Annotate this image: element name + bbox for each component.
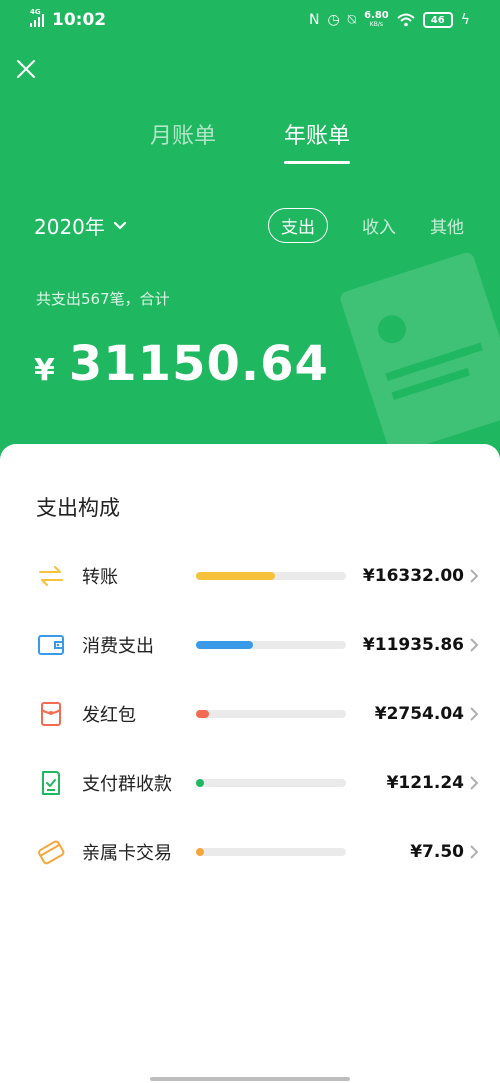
breakdown-label: 亲属卡交易 xyxy=(82,843,172,864)
total-amount: ¥ 31150.64 xyxy=(34,336,329,392)
filter-row: 2020年 支出 收入 其他 xyxy=(34,208,464,243)
breakdown-row-consumption[interactable]: 消费支出 ¥11935.86 xyxy=(0,625,500,665)
wallet-icon xyxy=(36,630,66,660)
progress-track xyxy=(196,641,346,649)
progress-fill xyxy=(196,710,209,718)
type-other[interactable]: 其他 xyxy=(430,213,464,238)
progress-track xyxy=(196,779,346,787)
chevron-right-icon xyxy=(470,845,479,859)
chevron-right-icon xyxy=(470,707,479,721)
breakdown-amount: ¥7.50 xyxy=(410,842,464,862)
tab-monthly-bill[interactable]: 月账单 xyxy=(150,118,216,164)
status-left: 4G 10:02 xyxy=(30,8,107,30)
total-value: 31150.64 xyxy=(68,336,329,392)
network-type: 4G xyxy=(30,8,41,16)
network-speed: 6.80 KB/s xyxy=(364,10,389,29)
mute-icon: ⍉ xyxy=(347,12,357,28)
status-time: 10:02 xyxy=(52,10,107,30)
alarm-icon: ◷ xyxy=(327,12,340,28)
type-income[interactable]: 收入 xyxy=(362,213,396,238)
breakdown-row-transfer[interactable]: 转账 ¥16332.00 xyxy=(0,556,500,596)
close-button[interactable] xyxy=(12,55,40,83)
group-payment-icon xyxy=(36,768,66,798)
bill-period-tabs: 月账单 年账单 xyxy=(0,118,500,164)
breakdown-row-group-payment[interactable]: 支付群收款 ¥121.24 xyxy=(0,763,500,803)
type-expense[interactable]: 支出 xyxy=(268,208,328,243)
chevron-right-icon xyxy=(470,569,479,583)
breakdown-amount: ¥2754.04 xyxy=(374,704,464,724)
breakdown-label: 转账 xyxy=(82,567,118,588)
red-packet-icon xyxy=(36,699,66,729)
progress-track xyxy=(196,572,346,580)
type-switch: 支出 收入 其他 xyxy=(268,208,464,243)
progress-track xyxy=(196,848,346,856)
status-bar: 4G 10:02 N ◷ ⍉ 6.80 KB/s 46 ϟ xyxy=(0,0,500,40)
wifi-icon xyxy=(397,13,415,27)
signal-icon: 4G xyxy=(30,8,44,27)
progress-fill xyxy=(196,572,275,580)
breakdown-amount: ¥121.24 xyxy=(386,773,464,793)
document-watermark-icon xyxy=(340,252,500,450)
breakdown-row-family-card[interactable]: 亲属卡交易 ¥7.50 xyxy=(0,832,500,872)
progress-fill xyxy=(196,641,253,649)
chevron-down-icon xyxy=(113,221,127,229)
breakdown-row-red-packet[interactable]: 发红包 ¥2754.04 xyxy=(0,694,500,734)
progress-track xyxy=(196,710,346,718)
breakdown-card: 支出构成 转账 ¥16332.00 消费支出 ¥11935.86 发红包 ¥27… xyxy=(0,444,500,1083)
transfer-icon xyxy=(36,561,66,591)
home-indicator[interactable] xyxy=(150,1077,350,1081)
year-label: 2020年 xyxy=(34,215,105,239)
chevron-right-icon xyxy=(470,776,479,790)
breakdown-title: 支出构成 xyxy=(36,496,120,520)
breakdown-label: 消费支出 xyxy=(82,636,154,657)
battery-icon: 46 xyxy=(422,12,453,28)
breakdown-label: 支付群收款 xyxy=(82,774,172,795)
breakdown-label: 发红包 xyxy=(82,705,136,726)
currency-symbol: ¥ xyxy=(34,353,55,388)
family-card-icon xyxy=(36,837,66,867)
progress-fill xyxy=(196,848,204,856)
chevron-right-icon xyxy=(470,638,479,652)
breakdown-amount: ¥11935.86 xyxy=(362,635,464,655)
status-right: N ◷ ⍉ 6.80 KB/s 46 ϟ xyxy=(309,11,470,29)
year-selector[interactable]: 2020年 xyxy=(34,211,127,240)
summary-text: 共支出567笔，合计 xyxy=(36,290,170,308)
progress-fill xyxy=(196,779,204,787)
breakdown-amount: ¥16332.00 xyxy=(362,566,464,586)
nfc-icon: N xyxy=(308,12,320,28)
charging-icon: ϟ xyxy=(460,12,470,28)
close-icon xyxy=(17,60,35,78)
tab-yearly-bill[interactable]: 年账单 xyxy=(284,118,351,164)
